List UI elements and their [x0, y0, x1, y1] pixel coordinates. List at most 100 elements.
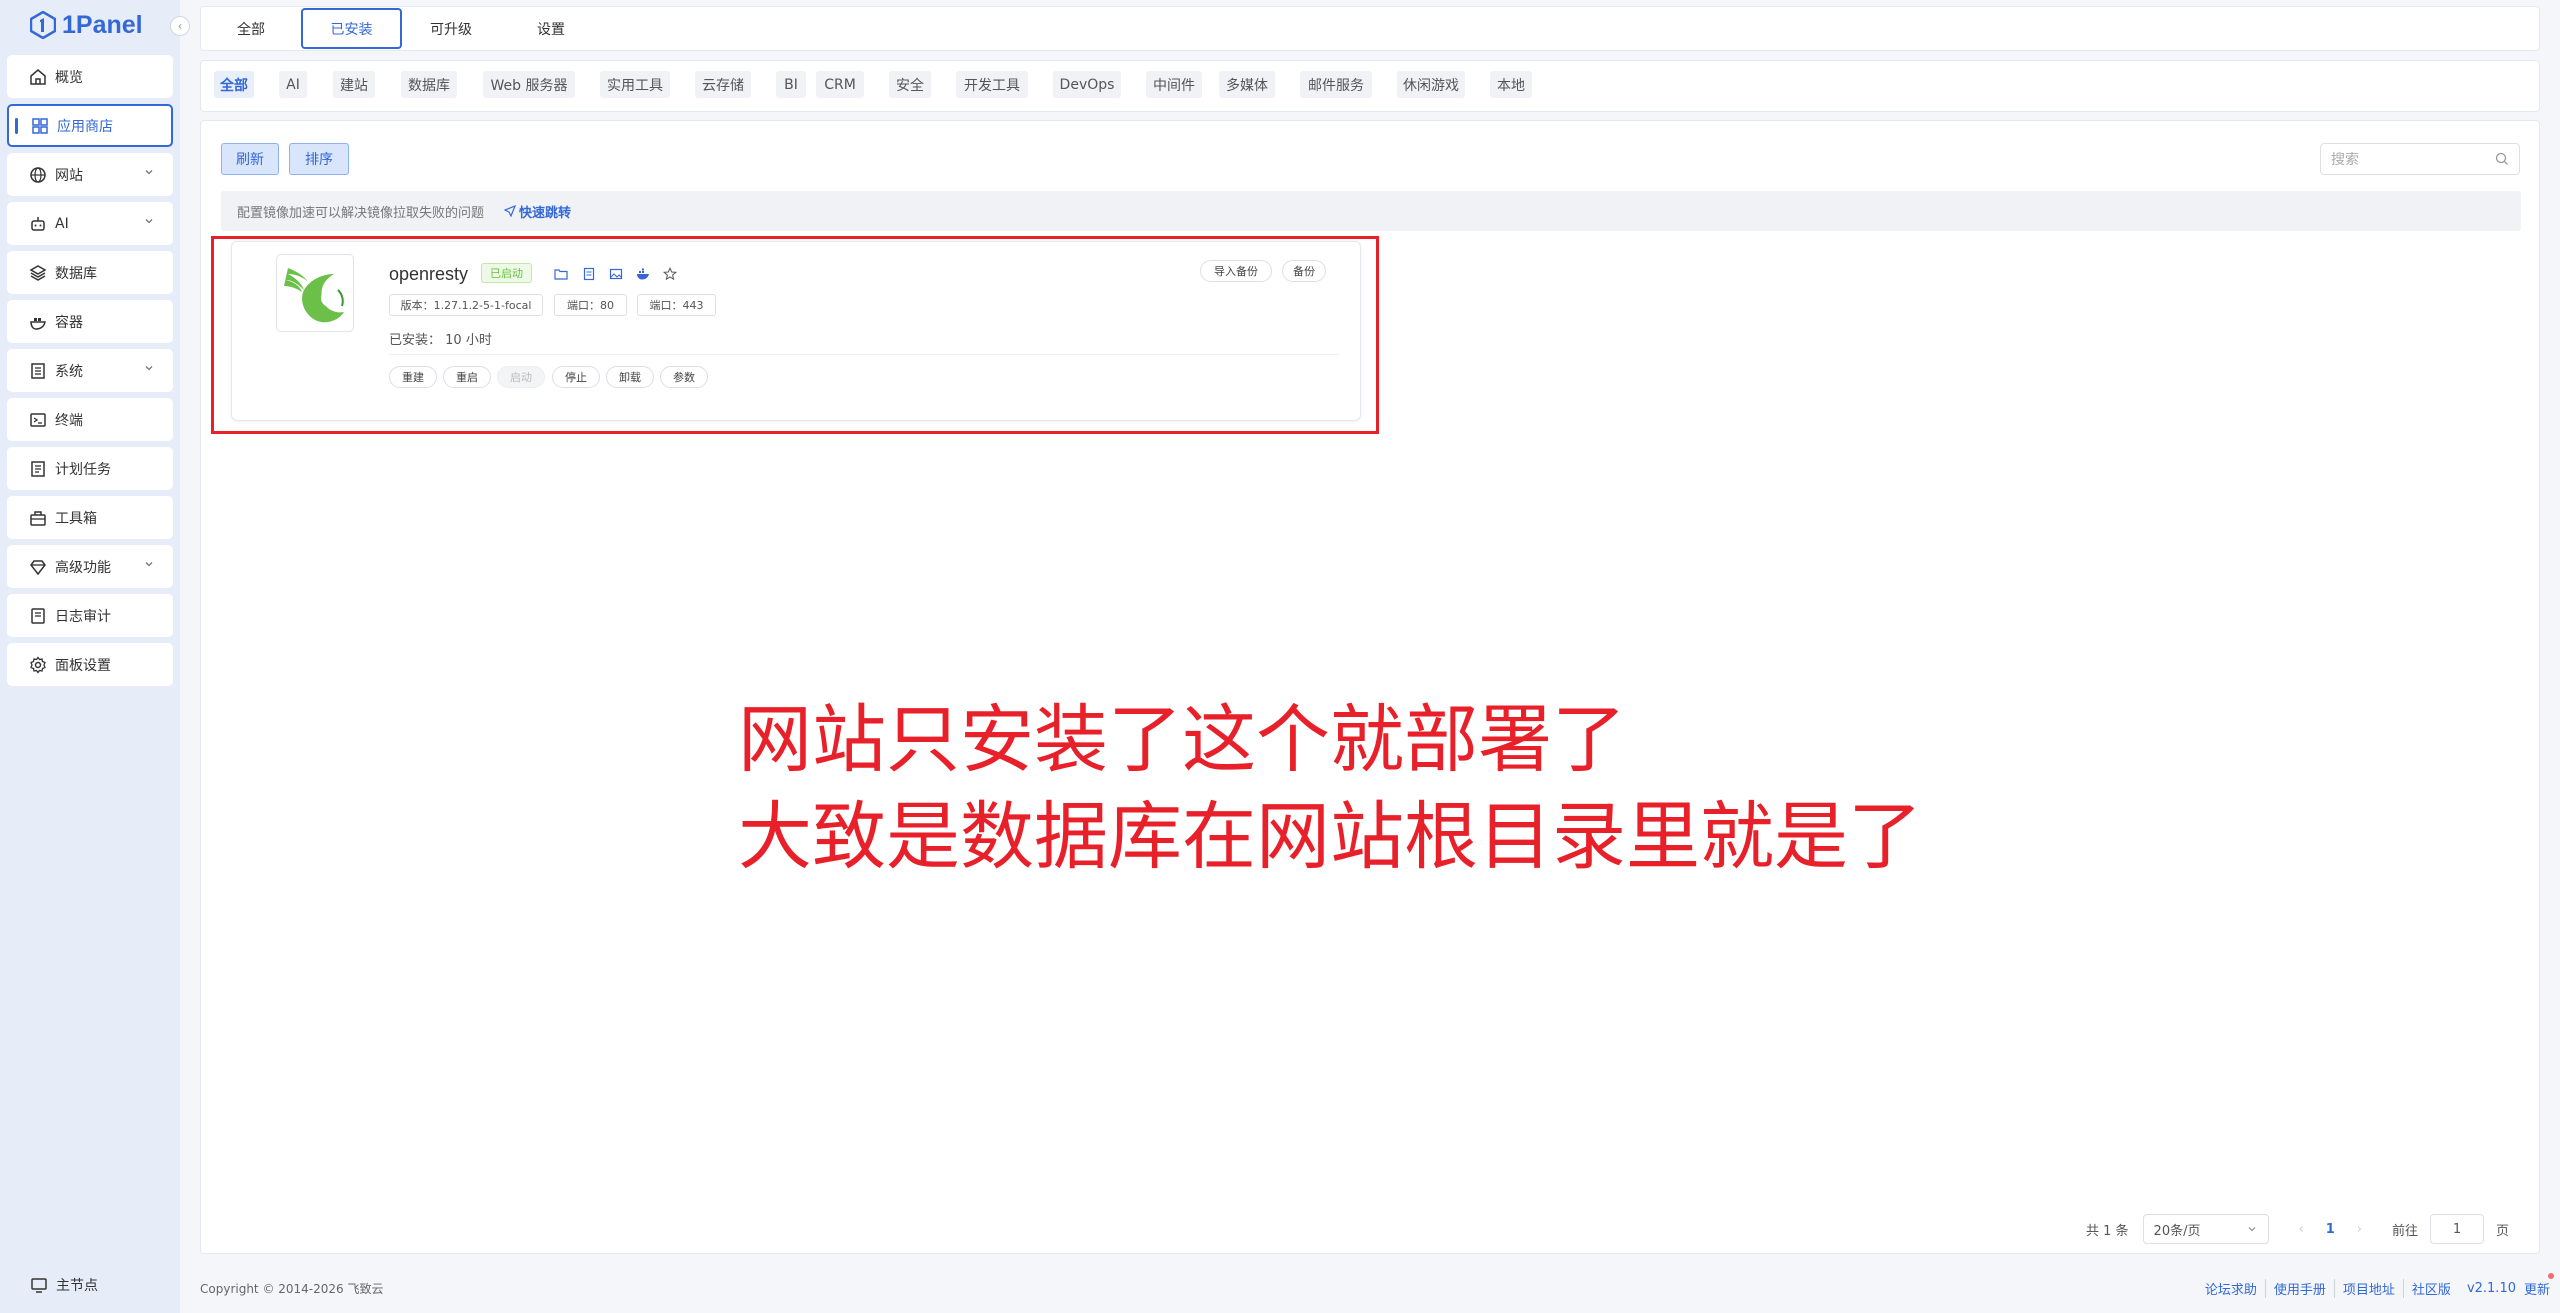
chip-label: 休闲游戏 [1403, 77, 1459, 94]
project-link[interactable]: 项目地址 [2335, 1279, 2404, 1298]
sidebar: 1Panel ‹ 概览 应用商店 网站 AI 数据库 容器 系统 终端 计划任务… [0, 0, 190, 1313]
sidebar-item-label: 日志审计 [55, 608, 111, 625]
footer: Copyright © 2014-2026 飞致云 论坛求助 使用手册 项目地址… [200, 1273, 2555, 1300]
category-filter-bar: 全部 AI 建站 数据库 Web 服务器 实用工具 云存储 BI CRM 安全 … [200, 60, 2540, 112]
chip-label: 实用工具 [607, 77, 663, 94]
sidebar-item-label: 应用商店 [57, 118, 113, 135]
brand-logo[interactable]: 1Panel [30, 8, 143, 42]
chevron-down-icon [2248, 1227, 2256, 1232]
annotation-highlight-box [211, 236, 1379, 434]
update-link[interactable]: 更新 [2516, 1273, 2555, 1298]
forum-link[interactable]: 论坛求助 [2197, 1279, 2266, 1298]
sidebar-nav: 概览 应用商店 网站 AI 数据库 容器 系统 终端 计划任务 工具箱 高级功能… [7, 55, 173, 692]
category-chip-bi[interactable]: BI [776, 71, 806, 98]
category-chip-ai[interactable]: AI [279, 71, 307, 98]
tab-all[interactable]: 全部 [221, 8, 281, 49]
node-icon [31, 1278, 47, 1293]
tab-label: 设置 [537, 21, 565, 38]
category-chip-crm[interactable]: CRM [816, 71, 864, 98]
current-page[interactable]: 1 [2326, 1222, 2335, 1237]
category-chip-games[interactable]: 休闲游戏 [1397, 71, 1465, 98]
manual-link[interactable]: 使用手册 [2266, 1279, 2335, 1298]
sidebar-item-container[interactable]: 容器 [7, 300, 173, 343]
sort-button[interactable]: 排序 [289, 143, 349, 175]
version-label: v2.1.10 [2466, 1281, 2516, 1296]
chip-label: Web 服务器 [490, 77, 568, 94]
home-icon [30, 68, 46, 85]
chip-label: 云存储 [702, 77, 744, 94]
category-chip-devops[interactable]: DevOps [1053, 71, 1121, 98]
sidebar-item-app-store[interactable]: 应用商店 [7, 104, 173, 147]
quick-jump-link[interactable]: 快速跳转 [504, 202, 571, 221]
chip-label: 邮件服务 [1308, 77, 1364, 94]
category-chip-mail[interactable]: 邮件服务 [1300, 71, 1372, 98]
edition-link[interactable]: 社区版 [2404, 1279, 2459, 1298]
robot-icon [31, 216, 45, 231]
page-jump-value: 1 [2452, 1221, 2462, 1237]
category-chip-security[interactable]: 安全 [889, 71, 931, 98]
sidebar-item-advanced[interactable]: 高级功能 [7, 545, 173, 588]
button-label: 排序 [305, 152, 333, 168]
search-input[interactable]: 搜索 [2320, 143, 2520, 175]
category-chip-website[interactable]: 建站 [333, 71, 375, 98]
category-chip-middleware[interactable]: 中间件 [1146, 71, 1202, 98]
sidebar-item-label: AI [55, 215, 69, 232]
page-size-select[interactable]: 20条/页 [2142, 1214, 2269, 1244]
sidebar-item-website[interactable]: 网站 [7, 153, 173, 196]
chip-label: 全部 [220, 77, 248, 94]
gear-icon [30, 655, 46, 674]
category-chip-web-server[interactable]: Web 服务器 [483, 71, 575, 98]
chevron-down-icon [145, 366, 153, 371]
tab-label: 可升级 [430, 21, 472, 38]
refresh-button[interactable]: 刷新 [221, 143, 279, 175]
sidebar-item-system[interactable]: 系统 [7, 349, 173, 392]
page-jump-input[interactable]: 1 [2430, 1214, 2485, 1244]
toolbox-icon [30, 510, 46, 526]
node-switcher[interactable]: 主节点 [30, 1275, 98, 1295]
chip-label: 建站 [340, 77, 368, 94]
page-unit-label: 页 [2496, 1223, 2510, 1239]
sidebar-item-toolbox[interactable]: 工具箱 [7, 496, 173, 539]
quick-jump-label: 快速跳转 [519, 205, 572, 221]
category-chip-database[interactable]: 数据库 [401, 71, 457, 98]
copyright: Copyright © 2014-2026 飞致云 [200, 1282, 384, 1296]
list-icon [31, 460, 45, 477]
category-chip-devtools[interactable]: 开发工具 [956, 71, 1028, 98]
chip-label: 本地 [1497, 77, 1525, 94]
search-icon [2495, 152, 2508, 165]
sidebar-item-label: 容器 [55, 314, 83, 331]
sidebar-item-cronjob[interactable]: 计划任务 [7, 447, 173, 490]
chip-label: 开发工具 [964, 77, 1020, 94]
sidebar-item-database[interactable]: 数据库 [7, 251, 173, 294]
sidebar-item-ai[interactable]: AI [7, 202, 173, 245]
sidebar-item-overview[interactable]: 概览 [7, 55, 173, 98]
sidebar-item-label: 网站 [55, 167, 83, 184]
next-page-icon[interactable]: › [2357, 1222, 2362, 1237]
tab-label: 已安装 [330, 21, 373, 38]
category-chip-all[interactable]: 全部 [214, 71, 254, 98]
tab-label: 全部 [237, 21, 265, 38]
building-icon [31, 362, 45, 379]
category-chip-media[interactable]: 多媒体 [1219, 71, 1275, 98]
footer-links: 论坛求助 使用手册 项目地址 社区版 v2.1.10 更新 [2197, 1273, 2555, 1298]
chip-label: AI [286, 76, 300, 93]
collapse-sidebar-button[interactable]: ‹ [170, 16, 190, 36]
pagination-total: 共 1 条 [2086, 1223, 2129, 1239]
goto-label: 前往 [2392, 1223, 2419, 1239]
sidebar-item-logs[interactable]: 日志审计 [7, 594, 173, 637]
category-chip-local[interactable]: 本地 [1490, 71, 1532, 98]
tab-installed[interactable]: 已安装 [301, 8, 402, 49]
sidebar-item-label: 面板设置 [55, 657, 111, 674]
pagination: 共 1 条 20条/页 ‹ 1 › 前往 1 页 [2086, 1213, 2509, 1245]
tab-settings[interactable]: 设置 [521, 8, 581, 49]
tab-upgradable[interactable]: 可升级 [416, 8, 486, 49]
sidebar-item-terminal[interactable]: 终端 [7, 398, 173, 441]
sidebar-item-settings[interactable]: 面板设置 [7, 643, 173, 686]
annotation-line-2: 大致是数据库在网站根目录里就是了 [738, 794, 1922, 880]
category-chip-storage[interactable]: 云存储 [695, 71, 751, 98]
chip-label: 安全 [896, 77, 924, 94]
chip-label: 数据库 [408, 77, 450, 94]
chip-label: BI [784, 76, 798, 93]
category-chip-tools[interactable]: 实用工具 [600, 71, 670, 98]
prev-page-icon[interactable]: ‹ [2299, 1222, 2304, 1237]
